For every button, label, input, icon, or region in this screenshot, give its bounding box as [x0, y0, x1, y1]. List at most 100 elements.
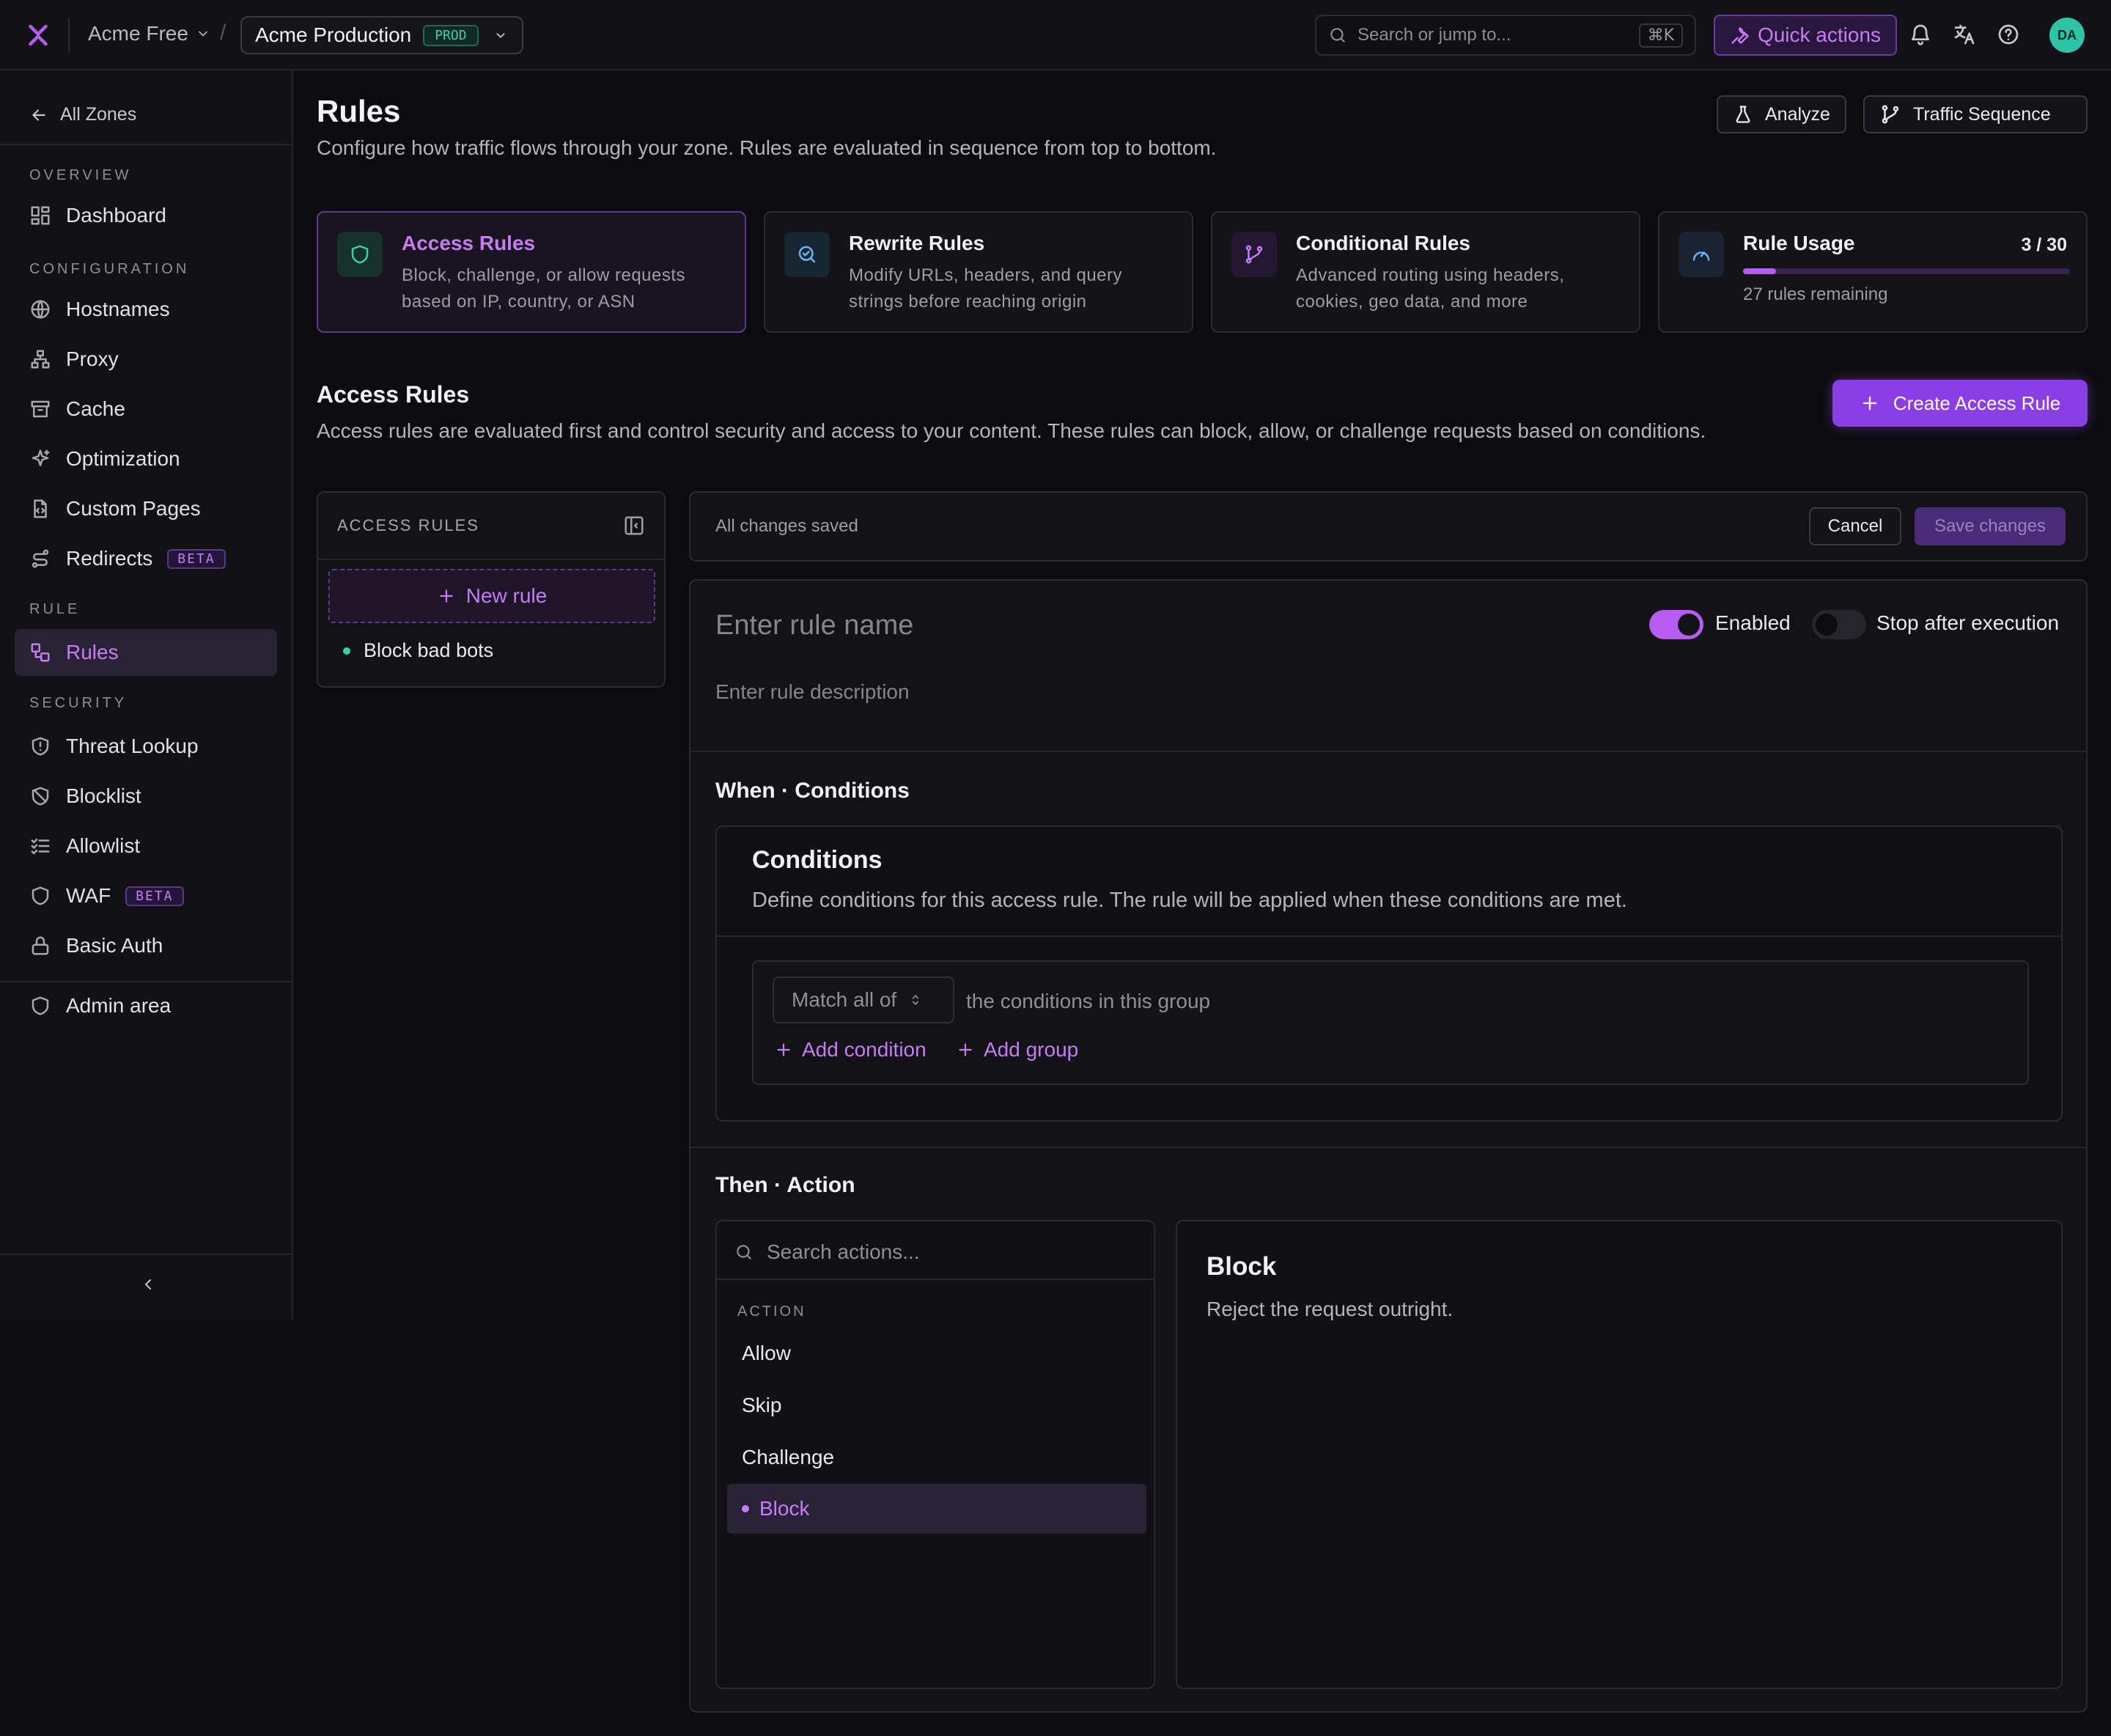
sidebar-item-label: WAF: [66, 884, 111, 907]
sidebar-item-allowlist[interactable]: Allowlist: [15, 823, 277, 869]
actions-divider: [717, 1279, 1154, 1280]
editor-divider: [690, 751, 2086, 752]
new-rule-button[interactable]: New rule: [328, 569, 655, 623]
brand-logo-icon[interactable]: [25, 22, 51, 48]
sidebar-item-optimization[interactable]: Optimization: [15, 435, 277, 482]
sidebar-item-label: Dashboard: [66, 204, 166, 227]
create-access-rule-button[interactable]: Create Access Rule: [1832, 380, 2088, 427]
quick-actions-label: Quick actions: [1757, 23, 1882, 46]
environment-switcher[interactable]: Acme Production PROD: [240, 16, 523, 54]
environment-name: Acme Production: [255, 23, 412, 46]
list-check-icon: [29, 835, 51, 857]
global-search[interactable]: Search or jump to... ⌘K: [1315, 15, 1696, 56]
sparkles-icon: [29, 448, 51, 470]
action-detail: Block Reject the request outright.: [1176, 1220, 2063, 1689]
action-option-challenge[interactable]: Challenge: [727, 1432, 1146, 1482]
sidebar-item-admin-area[interactable]: Admin area: [15, 982, 277, 1029]
rule-list-header: ACCESS RULES: [337, 516, 479, 534]
sidebar-divider: [0, 144, 292, 145]
translate-icon[interactable]: [1953, 23, 1976, 46]
action-option-skip[interactable]: Skip: [727, 1380, 1146, 1430]
toggle-knob: [1816, 614, 1838, 636]
collapse-sidebar-button[interactable]: [139, 1276, 157, 1293]
section-title: Access Rules: [317, 381, 470, 408]
shield-icon: [29, 995, 51, 1017]
traffic-sequence-label: Traffic Sequence: [1913, 103, 2051, 125]
card-rewrite-rules[interactable]: Rewrite Rules Modify URLs, headers, and …: [764, 211, 1193, 333]
plus-icon: [956, 1040, 975, 1059]
sidebar-item-dashboard[interactable]: Dashboard: [15, 192, 277, 239]
sidebar-item-waf[interactable]: WAF BETA: [15, 872, 277, 919]
search-check-icon: [784, 232, 830, 277]
sidebar-item-threat-lookup[interactable]: Threat Lookup: [15, 723, 277, 770]
sidebar-item-blocklist[interactable]: Blocklist: [15, 773, 277, 820]
breadcrumb-separator: /: [220, 21, 226, 45]
sidebar-item-cache[interactable]: Cache: [15, 386, 277, 433]
match-mode-value: Match all of: [792, 988, 897, 1011]
when-heading: When · Conditions: [715, 779, 910, 803]
rule-name-input[interactable]: Enter rule name: [715, 610, 913, 641]
sidebar-item-label: Rules: [66, 641, 119, 663]
traffic-sequence-button[interactable]: Traffic Sequence: [1863, 95, 2088, 133]
shield-icon: [29, 885, 51, 907]
sidebar-item-custom-pages[interactable]: Custom Pages: [15, 485, 277, 532]
user-avatar[interactable]: DA: [2049, 18, 2085, 53]
save-changes-button[interactable]: Save changes: [1915, 507, 2066, 545]
stop-after-execution-label: Stop after execution: [1876, 611, 2060, 634]
org-switcher[interactable]: Acme Free: [88, 22, 210, 45]
card-access-rules[interactable]: Access Rules Block, challenge, or allow …: [317, 211, 746, 333]
quick-actions-button[interactable]: Quick actions: [1714, 15, 1897, 56]
card-title: Rewrite Rules: [849, 232, 985, 254]
section-label-rule: RULE: [29, 601, 81, 617]
rule-description-input[interactable]: Enter rule description: [715, 680, 910, 704]
card-rule-usage: Rule Usage 3 / 30 27 rules remaining: [1658, 211, 2088, 333]
stop-after-execution-toggle[interactable]: [1812, 610, 1866, 639]
section-subtitle: Access rules are evaluated first and con…: [317, 419, 1706, 442]
all-zones-label: All Zones: [60, 104, 137, 125]
all-zones-link[interactable]: All Zones: [29, 104, 136, 125]
search-icon: [1328, 26, 1347, 45]
action-option-allow[interactable]: Allow: [727, 1328, 1146, 1378]
match-mode-select[interactable]: Match all of: [773, 976, 954, 1023]
usage-progress-fill: [1743, 268, 1776, 274]
enabled-toggle[interactable]: [1649, 610, 1703, 639]
panel-toggle-icon[interactable]: [623, 515, 645, 537]
lock-icon: [29, 935, 51, 957]
cancel-button[interactable]: Cancel: [1809, 507, 1901, 545]
plus-icon: [437, 586, 456, 606]
card-conditional-rules[interactable]: Conditional Rules Advanced routing using…: [1211, 211, 1640, 333]
sidebar-item-rules[interactable]: Rules: [15, 629, 277, 676]
sidebar-item-label: Redirects: [66, 547, 153, 570]
rule-list-item[interactable]: Block bad bots: [343, 639, 493, 662]
create-access-rule-label: Create Access Rule: [1893, 391, 2061, 414]
route-icon: [29, 548, 51, 570]
sidebar-item-label: Cache: [66, 397, 125, 420]
search-icon: [734, 1243, 754, 1262]
card-description: Block, challenge, or allow requests base…: [402, 265, 686, 312]
analyze-button[interactable]: Analyze: [1717, 95, 1846, 133]
bell-icon[interactable]: [1909, 23, 1932, 46]
file-code-icon: [29, 498, 51, 520]
add-condition-label: Add condition: [802, 1038, 926, 1061]
action-search-input[interactable]: Search actions...: [734, 1240, 920, 1264]
conditions-box: Conditions Define conditions for this ac…: [715, 825, 2063, 1122]
sidebar-item-label: Threat Lookup: [66, 735, 199, 757]
sidebar-item-basic-auth[interactable]: Basic Auth: [15, 922, 277, 969]
add-condition-button[interactable]: Add condition: [774, 1038, 926, 1062]
help-icon[interactable]: [1997, 23, 2020, 46]
sidebar-item-proxy[interactable]: Proxy: [15, 336, 277, 383]
sidebar-item-hostnames[interactable]: Hostnames: [15, 286, 277, 333]
add-group-button[interactable]: Add group: [956, 1038, 1078, 1062]
sidebar-item-redirects[interactable]: Redirects BETA: [15, 535, 277, 582]
org-name: Acme Free: [88, 22, 188, 45]
dashboard-icon: [29, 205, 51, 227]
conditions-description: Define conditions for this access rule. …: [752, 889, 1627, 912]
page-title: Rules: [317, 94, 401, 128]
then-heading: Then · Action: [715, 1173, 855, 1197]
sidebar-item-label: Custom Pages: [66, 497, 201, 520]
topbar-divider: [68, 18, 70, 53]
sidebar-item-label: Admin area: [66, 994, 172, 1017]
action-option-block[interactable]: Block: [727, 1484, 1146, 1534]
sidebar-item-label: Proxy: [66, 347, 119, 370]
usage-remaining: 27 rules remaining: [1743, 284, 1888, 304]
